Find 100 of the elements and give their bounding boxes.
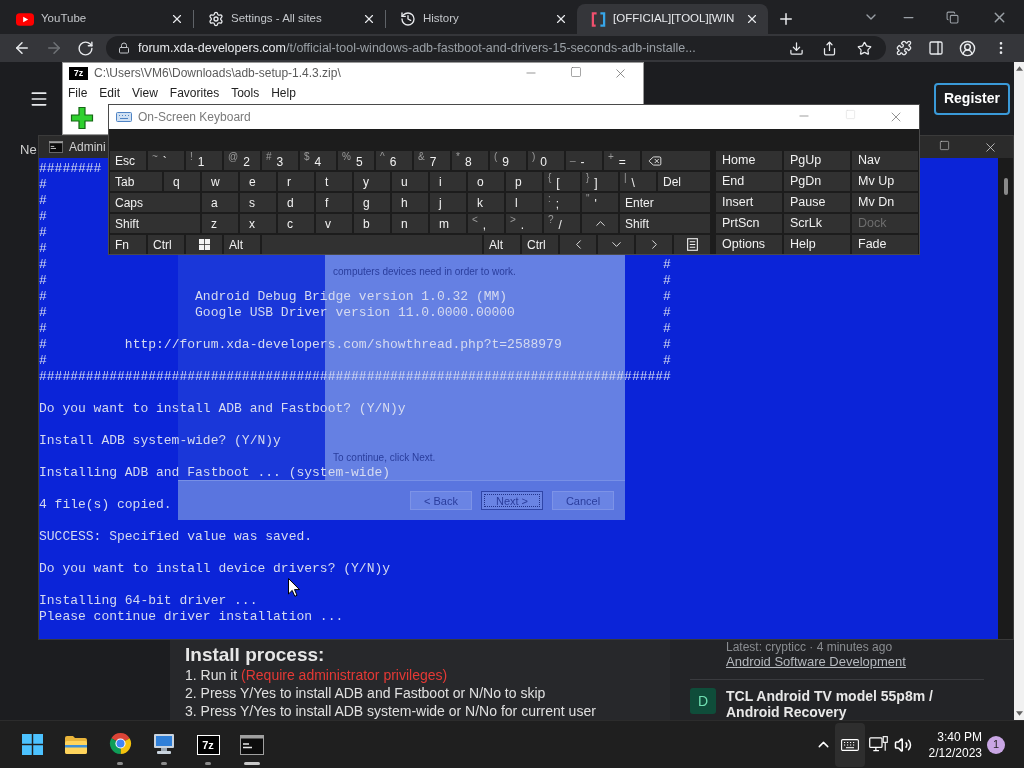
scroll-down-icon[interactable]	[1015, 711, 1023, 716]
browser-tab[interactable]: History	[386, 4, 577, 34]
keyboard-key[interactable]: x	[240, 214, 276, 233]
close-icon[interactable]	[554, 12, 568, 26]
keyboard-key[interactable]: r	[278, 172, 314, 191]
keyboard-key[interactable]: ? /	[544, 214, 580, 233]
keyboard-key[interactable]: Shift	[620, 214, 710, 233]
forum-link[interactable]: Android Software Development	[726, 654, 906, 670]
close-icon[interactable]	[170, 12, 184, 26]
keyboard-key[interactable]: " '	[582, 193, 618, 212]
keyboard-key[interactable]	[186, 235, 222, 254]
keyboard-key[interactable]: Alt	[224, 235, 260, 254]
keyboard-key[interactable]: $ 4	[300, 151, 336, 170]
keyboard-key[interactable]: ~ `	[148, 151, 184, 170]
download-icon[interactable]	[789, 40, 804, 56]
keyboard-key[interactable]: Ctrl	[522, 235, 558, 254]
keyboard-key[interactable]: ScrLk	[784, 214, 850, 233]
keyboard-key[interactable]: o	[468, 172, 504, 191]
browser-tab[interactable]: Settings - All sites	[194, 4, 385, 34]
keyboard-key[interactable]: k	[468, 193, 504, 212]
keyboard-key[interactable]: e	[240, 172, 276, 191]
keyboard-key[interactable]: Mv Dn	[852, 193, 918, 212]
browser-tab[interactable]: [OFFICIAL][TOOL][WIN	[577, 4, 768, 34]
keyboard-key[interactable]: : ;	[544, 193, 580, 212]
keyboard-key[interactable]: y	[354, 172, 390, 191]
thread-title[interactable]: TCL Android TV model 55p8m / Android Recovery	[726, 688, 966, 720]
new-tab-icon[interactable]	[777, 10, 795, 28]
browser-tab[interactable]: YouTube	[2, 4, 193, 34]
keyboard-key[interactable]	[674, 235, 710, 254]
keyboard-key[interactable]: m	[430, 214, 466, 233]
keyboard-key[interactable]: _ -	[566, 151, 602, 170]
keyboard-key[interactable]: Caps	[110, 193, 200, 212]
keyboard-key[interactable]: Nav	[852, 151, 918, 170]
keyboard-key[interactable]: PrtScn	[716, 214, 782, 233]
menu-item[interactable]: File	[68, 83, 88, 102]
keyboard-key[interactable]: v	[316, 214, 352, 233]
keyboard-key[interactable]: i	[430, 172, 466, 191]
scrollbar[interactable]	[1014, 62, 1024, 720]
scroll-up-icon[interactable]	[1015, 66, 1023, 71]
keyboard-key[interactable]: z	[202, 214, 238, 233]
keyboard-key[interactable]: * 8	[452, 151, 488, 170]
keyboard-key[interactable]: q	[164, 172, 200, 191]
keyboard-key[interactable]: ^ 6	[376, 151, 412, 170]
keyboard-key[interactable]: Insert	[716, 193, 782, 212]
keyboard-key[interactable]: c	[278, 214, 314, 233]
keyboard-key[interactable]: d	[278, 193, 314, 212]
keyboard-key[interactable]: Esc	[110, 151, 146, 170]
keyboard-key[interactable]: u	[392, 172, 428, 191]
keyboard-key[interactable]: + =	[604, 151, 640, 170]
keyboard-key[interactable]: t	[316, 172, 352, 191]
keyboard-key[interactable]: } ]	[582, 172, 618, 191]
keyboard-key[interactable]: j	[430, 193, 466, 212]
keyboard-key[interactable]: s	[240, 193, 276, 212]
keyboard-key[interactable]: Mv Up	[852, 172, 918, 191]
keyboard-key[interactable]: Del	[658, 172, 710, 191]
close-icon[interactable]	[362, 12, 376, 26]
keyboard-key[interactable]: # 3	[262, 151, 298, 170]
keyboard-key[interactable]: | \	[620, 172, 656, 191]
menu-item[interactable]: Help	[271, 83, 296, 102]
clock-button[interactable]: 3:40 PM 2/12/2023	[922, 728, 982, 761]
keyboard-key[interactable]: Options	[716, 235, 782, 254]
keyboard-key[interactable]: a	[202, 193, 238, 212]
keyboard-key[interactable]: ) 0	[528, 151, 564, 170]
keyboard-key[interactable]: Alt	[484, 235, 520, 254]
share-icon[interactable]	[822, 40, 837, 56]
tray-button[interactable]	[835, 722, 865, 767]
keyboard-key[interactable]: b	[354, 214, 390, 233]
keyboard-key[interactable]: PgUp	[784, 151, 850, 170]
extensions-icon[interactable]	[896, 40, 912, 56]
menu-item[interactable]: Favorites	[169, 83, 220, 102]
reload-icon[interactable]	[77, 39, 94, 57]
star-icon[interactable]	[857, 40, 872, 56]
keyboard-key[interactable]: ! 1	[186, 151, 222, 170]
keyboard-key[interactable]: p	[506, 172, 542, 191]
menu-item[interactable]: View	[132, 83, 158, 102]
keyboard-key[interactable]: h	[392, 193, 428, 212]
profile-icon[interactable]	[959, 39, 976, 57]
add-icon[interactable]	[70, 106, 94, 130]
keyboard-key[interactable]: End	[716, 172, 782, 191]
address-bar[interactable]: forum.xda-developers.com/t/official-tool-windows-adb-fastboot-and-drivers-15-seconds-adb-installe...	[106, 36, 886, 60]
keyboard-key[interactable]: Tab	[110, 172, 162, 191]
menu-item[interactable]: Edit	[99, 83, 121, 102]
keyboard-key[interactable]: Shift	[110, 214, 200, 233]
keyboard-key[interactable]: f	[316, 193, 352, 212]
keyboard-key[interactable]: Ctrl	[148, 235, 184, 254]
nav-link[interactable]: Ne	[20, 140, 37, 160]
keyboard-key[interactable]: PgDn	[784, 172, 850, 191]
scrollbar-thumb[interactable]	[1003, 178, 1008, 195]
close-icon[interactable]	[745, 12, 759, 26]
keyboard-key[interactable]: w	[202, 172, 238, 191]
keyboard-key[interactable]: { [	[544, 172, 580, 191]
keyboard-key[interactable]: Pause	[784, 193, 850, 212]
keyboard-key[interactable]: Fade	[852, 235, 918, 254]
keyboard-key[interactable]: Home	[716, 151, 782, 170]
keyboard-key[interactable]: @ 2	[224, 151, 260, 170]
notification-badge[interactable]: 1	[987, 735, 1005, 754]
keyboard-key[interactable]: Fn	[110, 235, 146, 254]
keyboard-key[interactable]: n	[392, 214, 428, 233]
restore-icon[interactable]	[946, 10, 959, 24]
keyboard-key[interactable]: Enter	[620, 193, 710, 212]
